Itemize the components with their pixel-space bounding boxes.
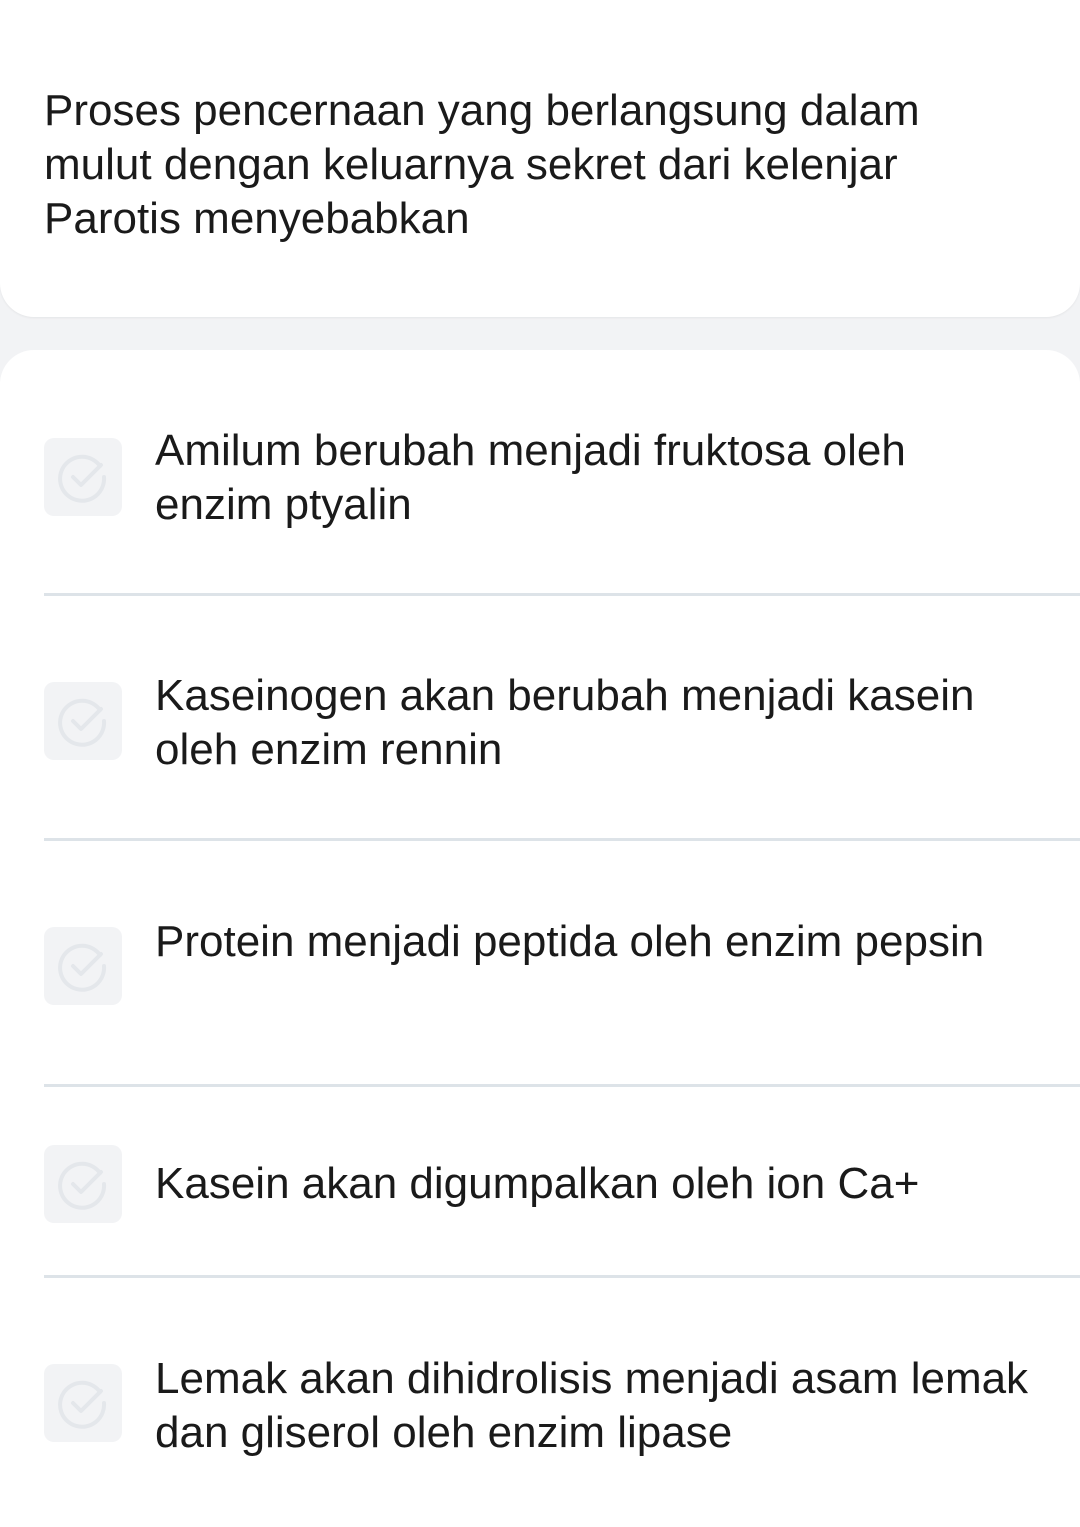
option-label: Kaseinogen akan berubah menjadi kasein o… [155, 671, 975, 774]
option-label: Protein menjadi peptida oleh enzim pepsi… [155, 917, 985, 966]
options-card: Amilum berubah menjadi fruktosa oleh enz… [0, 350, 1080, 1527]
option-2[interactable]: Kaseinogen akan berubah menjadi kasein o… [0, 669, 1080, 779]
option-checkbox[interactable] [44, 1145, 122, 1223]
divider [44, 1084, 1080, 1087]
option-checkbox[interactable] [44, 438, 122, 516]
question-card: Proses pencernaan yang berlangsung dalam… [0, 0, 1080, 317]
option-5[interactable]: Lemak akan dihidrolisis menjadi asam lem… [0, 1352, 1080, 1462]
divider [44, 593, 1080, 596]
check-circle-icon [58, 943, 107, 992]
check-circle-icon [58, 1161, 107, 1210]
divider [44, 838, 1080, 841]
option-checkbox[interactable] [44, 1364, 122, 1442]
option-label: Amilum berubah menjadi fruktosa oleh enz… [155, 426, 906, 529]
option-checkbox[interactable] [44, 927, 122, 1005]
option-1[interactable]: Amilum berubah menjadi fruktosa oleh enz… [0, 424, 1080, 534]
check-circle-icon [58, 698, 107, 747]
option-label: Lemak akan dihidrolisis menjadi asam lem… [155, 1354, 1029, 1457]
question-text: Proses pencernaan yang berlangsung dalam… [44, 86, 920, 243]
option-4[interactable]: Kasein akan digumpalkan oleh ion Ca+ [0, 1145, 1080, 1223]
option-3[interactable]: Protein menjadi peptida oleh enzim pepsi… [0, 915, 1080, 1025]
option-label: Kasein akan digumpalkan oleh ion Ca+ [155, 1159, 920, 1208]
divider [44, 1275, 1080, 1278]
option-checkbox[interactable] [44, 682, 122, 760]
check-circle-icon [58, 454, 107, 503]
check-circle-icon [58, 1380, 107, 1429]
